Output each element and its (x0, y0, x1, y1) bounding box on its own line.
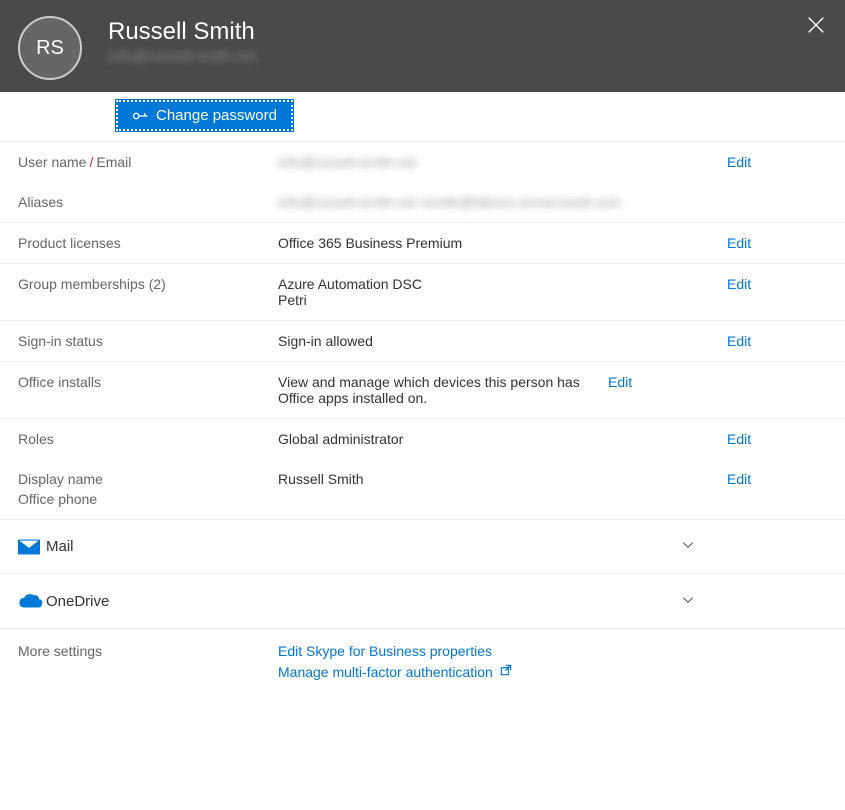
label-roles: Roles (18, 431, 278, 447)
change-password-button[interactable]: Change password (116, 100, 293, 131)
key-icon (129, 104, 152, 127)
section-onedrive[interactable]: OneDrive (0, 574, 845, 629)
row-groups: Group memberships (2) Azure Automation D… (0, 264, 845, 321)
onedrive-icon (18, 592, 46, 610)
edit-groups-link[interactable]: Edit (727, 276, 751, 292)
label-office-installs: Office installs (18, 374, 278, 390)
value-aliases: info@russell-smith.net rsmith@fabrics.on… (278, 194, 727, 210)
edit-licenses-link[interactable]: Edit (727, 235, 751, 251)
close-button[interactable] (805, 14, 827, 39)
mfa-link[interactable]: Manage multi-factor authentication (278, 664, 493, 680)
value-licenses: Office 365 Business Premium (278, 235, 727, 251)
edit-display-name-link[interactable]: Edit (727, 471, 751, 487)
label-aliases: Aliases (18, 194, 278, 210)
external-link-icon (499, 663, 513, 680)
avatar: RS (18, 16, 82, 80)
value-display-name: Russell Smith (278, 471, 727, 487)
row-office-installs: Office installs View and manage which de… (0, 362, 845, 419)
mail-icon (18, 539, 46, 555)
label-display-name: Display name Office phone (18, 471, 278, 507)
mail-label: Mail (46, 538, 827, 555)
action-bar: Change password (0, 92, 845, 142)
close-icon (805, 14, 827, 36)
row-username: User name/Email info@russell-smith.net E… (0, 142, 845, 182)
edit-signin-link[interactable]: Edit (727, 333, 751, 349)
label-more-settings: More settings (18, 643, 278, 659)
skype-properties-link[interactable]: Edit Skype for Business properties (278, 643, 492, 659)
onedrive-label: OneDrive (46, 593, 827, 610)
change-password-label: Change password (156, 107, 277, 124)
edit-office-installs-link[interactable]: Edit (608, 374, 632, 390)
value-username: info@russell-smith.net (278, 154, 727, 170)
label-licenses: Product licenses (18, 235, 278, 251)
value-groups: Azure Automation DSC Petri (278, 276, 727, 308)
row-roles: Roles Global administrator Edit (0, 419, 845, 459)
label-username: User name/Email (18, 154, 278, 170)
chevron-down-icon (681, 538, 695, 555)
page-title: Russell Smith (108, 18, 257, 46)
label-signin: Sign-in status (18, 333, 278, 349)
label-groups: Group memberships (2) (18, 276, 278, 292)
avatar-initials: RS (36, 37, 64, 60)
row-signin: Sign-in status Sign-in allowed Edit (0, 321, 845, 362)
user-header: RS Russell Smith info@russell-smith.net (0, 0, 845, 92)
more-links: Edit Skype for Business properties Manag… (278, 643, 513, 680)
header-info: Russell Smith info@russell-smith.net (108, 16, 257, 65)
chevron-down-icon (681, 593, 695, 610)
value-roles: Global administrator (278, 431, 727, 447)
edit-username-link[interactable]: Edit (727, 154, 751, 170)
page-subtitle: info@russell-smith.net (108, 48, 257, 65)
row-more-settings: More settings Edit Skype for Business pr… (0, 629, 845, 704)
row-licenses: Product licenses Office 365 Business Pre… (0, 223, 845, 264)
value-signin: Sign-in allowed (278, 333, 727, 349)
value-office-installs: View and manage which devices this perso… (278, 374, 608, 406)
section-mail[interactable]: Mail (0, 520, 845, 574)
row-aliases: Aliases info@russell-smith.net rsmith@fa… (0, 182, 845, 223)
row-display-name: Display name Office phone Russell Smith … (0, 459, 845, 520)
edit-roles-link[interactable]: Edit (727, 431, 751, 447)
